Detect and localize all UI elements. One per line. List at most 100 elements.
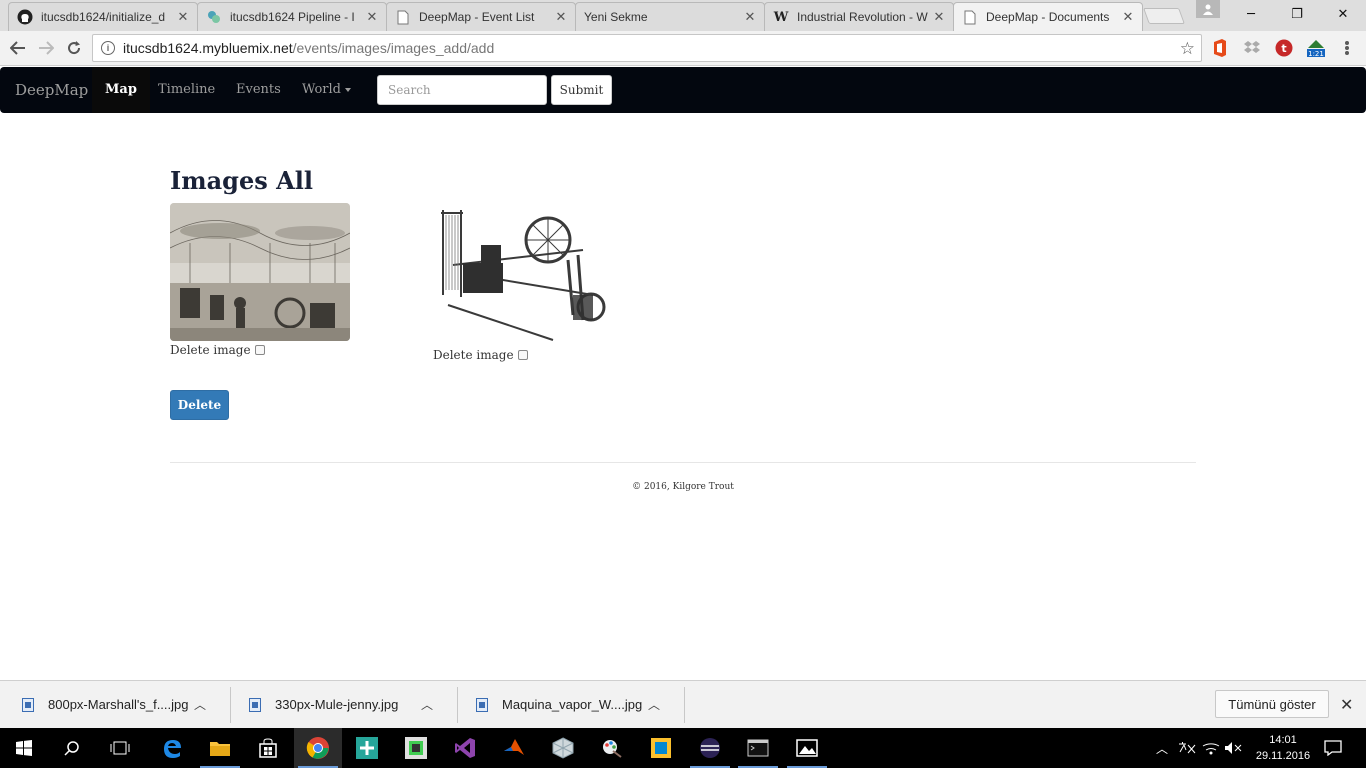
paint-icon[interactable] xyxy=(588,728,636,768)
page-title: Images All xyxy=(170,166,313,195)
divider xyxy=(684,687,685,723)
close-icon[interactable]: ✕ xyxy=(177,9,189,25)
volume-muted-icon[interactable] xyxy=(1222,728,1244,768)
tab-title: itucsdb1624 Pipeline - I xyxy=(230,10,355,24)
nav-link-map[interactable]: Map xyxy=(92,67,150,113)
delete-image-checkbox[interactable] xyxy=(254,345,265,355)
close-icon[interactable]: ✕ xyxy=(1340,695,1353,715)
tumblr-icon[interactable]: t xyxy=(1275,39,1293,57)
close-icon[interactable]: ✕ xyxy=(1122,9,1134,25)
close-icon[interactable]: ✕ xyxy=(744,9,756,25)
download-item[interactable]: 330px-Mule-jenny.jpg ︿ xyxy=(227,681,433,728)
delete-image-label: Delete image xyxy=(170,343,251,357)
chrome-icon[interactable] xyxy=(294,728,342,768)
svg-text:t: t xyxy=(1281,42,1286,55)
tab-new[interactable]: Yeni Sekme ✕ xyxy=(575,2,765,31)
chevron-up-icon[interactable]: ︿ xyxy=(194,696,206,713)
delete-image-checkbox[interactable] xyxy=(517,350,528,360)
plus-app-icon[interactable] xyxy=(343,728,391,768)
clock-date: 29.11.2016 xyxy=(1255,750,1311,762)
close-icon[interactable]: ✕ xyxy=(555,9,567,25)
page-icon xyxy=(962,9,978,25)
office-icon[interactable] xyxy=(1211,39,1229,57)
tab-title: DeepMap - Event List xyxy=(419,10,535,24)
forward-arrow-icon[interactable] xyxy=(34,37,58,59)
tab-github[interactable]: itucsdb1624/initialize_d ✕ xyxy=(8,2,198,31)
caret-down-icon xyxy=(345,87,351,92)
qt-creator-icon[interactable] xyxy=(392,728,440,768)
site-navbar: DeepMap Map Timeline Events World Submit xyxy=(0,67,1366,113)
delete-image-label: Delete image xyxy=(433,348,514,362)
tab-title: Yeni Sekme xyxy=(584,10,648,24)
extension-badge-text: 1:21 xyxy=(1308,50,1324,58)
chevron-up-icon[interactable]: ︿ xyxy=(421,696,433,713)
chrome-menu-icon[interactable] xyxy=(1342,39,1352,57)
nav-link-world[interactable]: World xyxy=(289,67,364,113)
file-explorer-icon[interactable] xyxy=(196,728,244,768)
search-icon[interactable] xyxy=(48,728,96,768)
store-icon[interactable] xyxy=(244,728,292,768)
language-icon[interactable] xyxy=(1176,728,1198,768)
url-host: itucsdb1624.mybluemix.net xyxy=(123,40,293,56)
virtualbox-icon[interactable] xyxy=(539,728,587,768)
terminal-icon[interactable] xyxy=(734,728,782,768)
image-file-icon xyxy=(249,697,261,712)
browser-tab-strip: itucsdb1624/initialize_d ✕ itucsdb1624 P… xyxy=(0,0,1366,31)
dropbox-icon[interactable] xyxy=(1243,39,1261,57)
new-tab-button[interactable] xyxy=(1143,8,1185,24)
sticky-app-icon[interactable] xyxy=(637,728,685,768)
taskbar-clock[interactable]: 14:01 29.11.2016 xyxy=(1244,732,1322,764)
browser-toolbar: i itucsdb1624.mybluemix.net/events/image… xyxy=(0,31,1366,66)
task-view-icon[interactable] xyxy=(96,728,144,768)
nav-link-events[interactable]: Events xyxy=(223,67,294,113)
nav-link-timeline[interactable]: Timeline xyxy=(145,67,228,113)
close-icon[interactable]: ✕ xyxy=(933,9,945,25)
bookmark-star-icon[interactable]: ☆ xyxy=(1180,39,1195,59)
chevron-up-icon[interactable]: ︿ xyxy=(1152,728,1172,768)
download-item[interactable]: 800px-Marshall's_f....jpg ︿ xyxy=(0,681,206,728)
wikipedia-icon: W xyxy=(773,9,789,25)
back-arrow-icon[interactable] xyxy=(6,37,30,59)
photos-icon[interactable] xyxy=(783,728,831,768)
tab-event-list[interactable]: DeepMap - Event List ✕ xyxy=(386,2,576,31)
reload-icon[interactable] xyxy=(62,37,86,59)
github-icon xyxy=(17,9,33,25)
address-bar[interactable]: i itucsdb1624.mybluemix.net/events/image… xyxy=(92,34,1202,62)
wifi-icon[interactable] xyxy=(1200,728,1222,768)
download-item[interactable]: Maquina_vapor_W....jpg ︿ xyxy=(454,681,660,728)
site-brand[interactable]: DeepMap xyxy=(15,81,88,99)
windows-taskbar: ︿ 14:01 29.11.2016 xyxy=(0,728,1366,768)
footer-copyright: © 2016, Kilgore Trout xyxy=(632,482,734,492)
windows-start-icon[interactable] xyxy=(0,728,48,768)
profile-icon[interactable] xyxy=(1196,0,1220,18)
chevron-up-icon[interactable]: ︿ xyxy=(648,696,660,713)
tab-pipeline[interactable]: itucsdb1624 Pipeline - I ✕ xyxy=(197,2,387,31)
tab-wikipedia[interactable]: W Industrial Revolution - W ✕ xyxy=(764,2,954,31)
notifications-icon[interactable] xyxy=(1320,728,1346,768)
matlab-icon[interactable] xyxy=(490,728,538,768)
tab-title: DeepMap - Documents xyxy=(986,10,1110,24)
visual-studio-icon[interactable] xyxy=(441,728,489,768)
close-icon[interactable]: ✕ xyxy=(366,9,378,25)
submit-button[interactable]: Submit xyxy=(551,75,612,105)
minimize-icon[interactable]: ─ xyxy=(1228,0,1274,28)
download-filename: 330px-Mule-jenny.jpg xyxy=(275,697,399,712)
restore-icon[interactable]: ❐ xyxy=(1274,0,1320,28)
edge-icon[interactable] xyxy=(148,728,196,768)
image-thumbnail-mule-jenny xyxy=(433,205,609,343)
download-filename: Maquina_vapor_W....jpg xyxy=(502,697,643,712)
extension-badge-icon[interactable]: 1:21 xyxy=(1305,39,1327,58)
delete-button[interactable]: Delete xyxy=(170,390,229,420)
page-icon xyxy=(395,9,411,25)
tab-documents[interactable]: DeepMap - Documents ✕ xyxy=(953,2,1143,31)
eclipse-icon[interactable] xyxy=(686,728,734,768)
pipeline-icon xyxy=(206,9,222,25)
download-shelf: 800px-Marshall's_f....jpg ︿ 330px-Mule-j… xyxy=(0,680,1366,728)
image-thumbnail-mill xyxy=(170,203,350,341)
delete-image-option: Delete image xyxy=(433,348,528,362)
info-icon[interactable]: i xyxy=(101,41,115,55)
window-close-icon[interactable]: ✕ xyxy=(1320,0,1366,28)
download-filename: 800px-Marshall's_f....jpg xyxy=(48,697,189,712)
show-all-downloads-button[interactable]: Tümünü göster xyxy=(1215,690,1329,718)
search-input[interactable] xyxy=(377,75,547,105)
